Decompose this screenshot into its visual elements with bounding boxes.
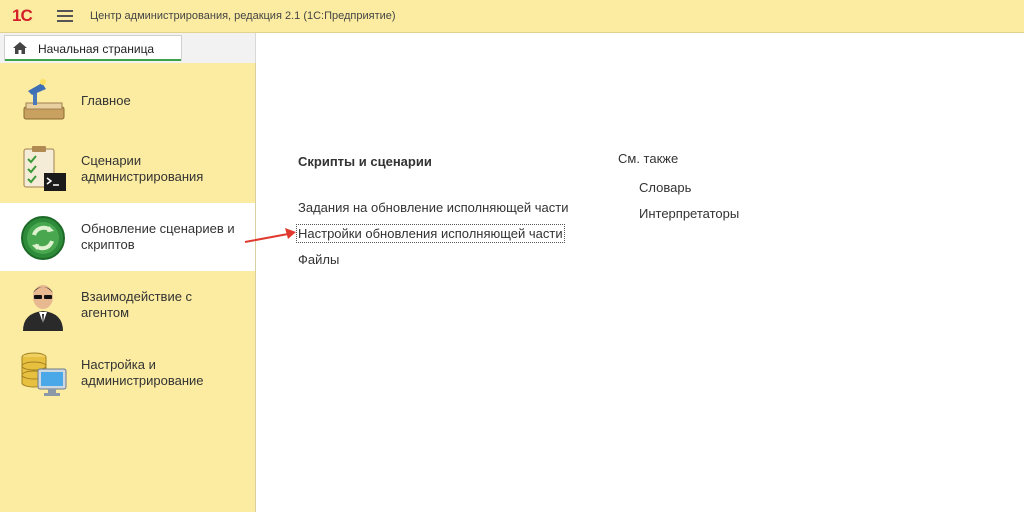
main-panel: Скрипты и сценарии Задания на обновление… <box>256 33 1024 512</box>
desk-lamp-icon <box>23 79 65 120</box>
hamburger-menu-icon[interactable] <box>57 10 73 23</box>
database-monitor-icon <box>21 352 67 396</box>
home-icon <box>13 42 27 54</box>
sidebar-item-label: Настройка и администрирование <box>81 357 204 388</box>
active-tab-indicator <box>5 59 181 61</box>
sidebar-item-admin-scenarios[interactable]: Сценарии администрирования <box>0 135 255 203</box>
app-logo: 1С <box>12 6 33 25</box>
sidebar-item-settings-admin[interactable]: Настройка и администрирование <box>0 339 255 407</box>
link-files[interactable]: Файлы <box>298 252 339 267</box>
link-update-tasks[interactable]: Задания на обновление исполняющей части <box>298 200 568 215</box>
title-bar: 1С Центр администрирования, редакция 2.1… <box>0 0 1024 33</box>
tab-home[interactable]: Начальная страница <box>4 35 182 61</box>
sidebar-item-update-scripts[interactable]: Обновление сценариев и скриптов <box>0 203 255 271</box>
sidebar-item-label: Взаимодействие с агентом <box>81 289 193 320</box>
link-interpreters[interactable]: Интерпретаторы <box>639 206 739 221</box>
tab-strip: Начальная страница <box>0 33 256 63</box>
sidebar-item-label: Обновление сценариев и скриптов <box>81 221 235 252</box>
checklist-terminal-icon <box>23 146 66 191</box>
sidebar: Главное Сценарии администрирования Обнов… <box>0 63 256 512</box>
link-dictionary[interactable]: Словарь <box>639 180 691 195</box>
section-title: Скрипты и сценарии <box>298 154 432 169</box>
sidebar-item-label: Сценарии администрирования <box>81 153 204 184</box>
refresh-globe-icon <box>21 216 65 260</box>
sidebar-item-main[interactable]: Главное <box>0 67 255 135</box>
see-also-title: См. также <box>618 151 679 166</box>
sidebar-item-agent-interaction[interactable]: Взаимодействие с агентом <box>0 271 255 339</box>
tab-home-label: Начальная страница <box>38 42 155 56</box>
annotation-arrow-icon <box>244 228 296 243</box>
sidebar-item-label: Главное <box>81 93 131 108</box>
link-update-settings[interactable]: Настройки обновления исполняющей части <box>296 224 565 243</box>
window-title: Центр администрирования, редакция 2.1 (1… <box>90 10 396 22</box>
agent-icon <box>23 285 63 331</box>
